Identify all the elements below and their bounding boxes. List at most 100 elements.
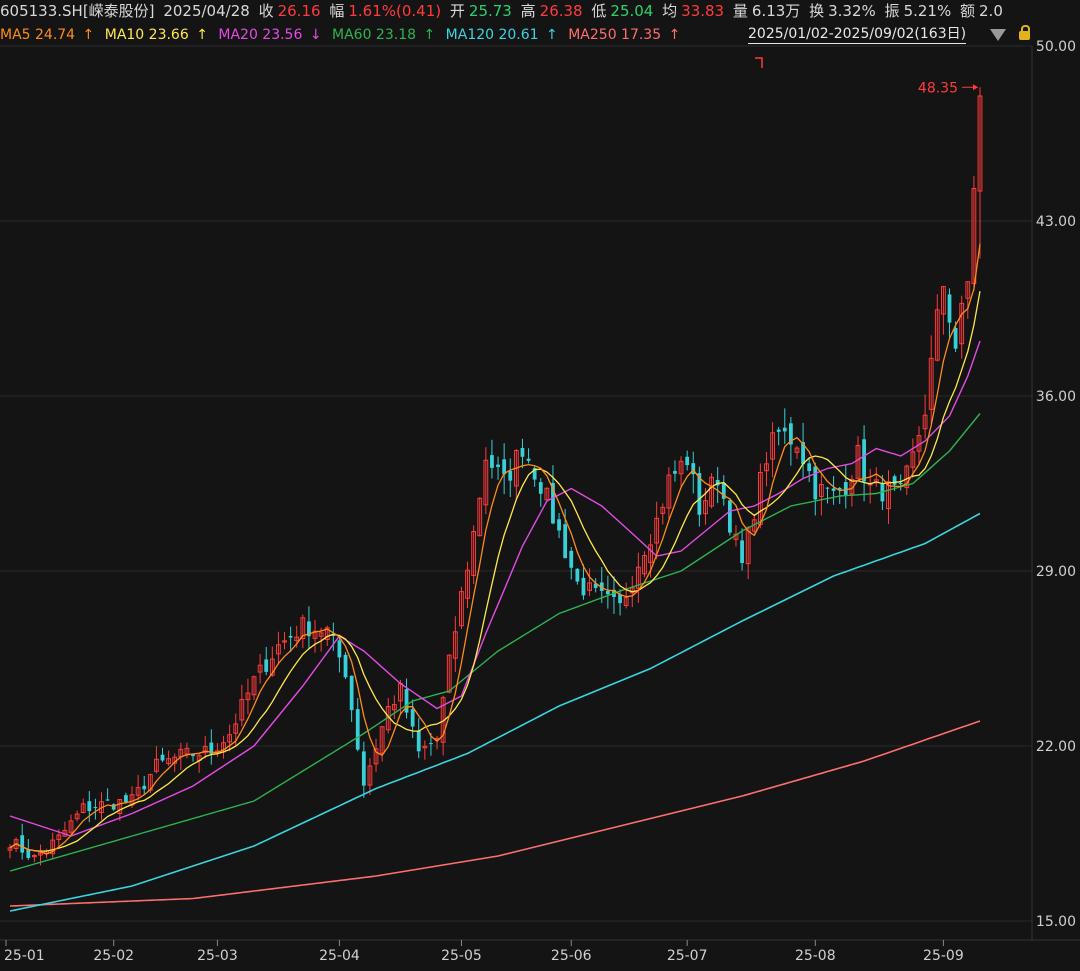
candle-body bbox=[685, 456, 690, 466]
ma20-line bbox=[9, 340, 981, 837]
candle-body bbox=[508, 470, 513, 481]
candle bbox=[135, 774, 141, 801]
candle bbox=[612, 576, 616, 614]
candle bbox=[642, 551, 647, 578]
candle-body bbox=[490, 455, 494, 468]
candle bbox=[446, 654, 452, 694]
candle bbox=[379, 726, 385, 762]
candle bbox=[898, 474, 903, 491]
y-tick-label: 43.00 bbox=[1036, 214, 1076, 230]
y-tick-label: 22.00 bbox=[1036, 739, 1076, 755]
candle bbox=[813, 462, 818, 516]
candle bbox=[251, 675, 257, 700]
candle bbox=[452, 616, 458, 673]
candle bbox=[276, 631, 281, 665]
candle bbox=[569, 547, 574, 580]
candle bbox=[873, 467, 879, 487]
candle bbox=[922, 394, 928, 439]
candle bbox=[111, 803, 116, 811]
candle bbox=[300, 614, 306, 649]
candle bbox=[502, 443, 507, 495]
y-tick-label: 36.00 bbox=[1036, 389, 1076, 405]
candle bbox=[239, 684, 245, 727]
candle-body bbox=[569, 550, 574, 568]
candle bbox=[673, 460, 677, 482]
candle bbox=[666, 467, 672, 519]
candle bbox=[74, 810, 80, 822]
candle bbox=[623, 582, 629, 609]
candle-body bbox=[526, 458, 531, 461]
candle bbox=[886, 470, 891, 524]
candle bbox=[794, 445, 800, 459]
candle bbox=[605, 575, 610, 609]
candle bbox=[196, 752, 202, 773]
candle bbox=[782, 408, 787, 444]
candle bbox=[68, 814, 74, 835]
candle bbox=[801, 422, 805, 480]
candle bbox=[727, 497, 732, 536]
candle-body bbox=[20, 835, 25, 853]
candle-body bbox=[575, 568, 580, 582]
candle bbox=[391, 695, 397, 719]
candle-body bbox=[105, 799, 110, 801]
candle-body bbox=[416, 731, 421, 752]
candle bbox=[32, 853, 37, 863]
candle bbox=[416, 718, 421, 759]
candles bbox=[7, 87, 983, 866]
candle bbox=[928, 335, 934, 424]
candle bbox=[50, 832, 56, 860]
candle bbox=[551, 465, 555, 525]
candle bbox=[154, 746, 159, 774]
candle-body bbox=[953, 327, 958, 349]
candle bbox=[245, 678, 251, 715]
candle bbox=[526, 448, 531, 464]
candle bbox=[947, 288, 952, 339]
candle bbox=[776, 426, 781, 446]
candle-body bbox=[813, 466, 818, 500]
candle bbox=[477, 497, 483, 537]
candle-body bbox=[776, 429, 781, 432]
candle-body bbox=[343, 654, 348, 678]
x-tick-label: 25-02 bbox=[93, 948, 134, 964]
y-tick-label: 29.00 bbox=[1036, 564, 1076, 580]
candle-body bbox=[557, 519, 561, 531]
candle bbox=[404, 678, 409, 719]
x-tick-label: 25-03 bbox=[197, 948, 238, 964]
candle bbox=[288, 626, 293, 652]
x-tick-label: 25-09 bbox=[923, 948, 964, 964]
candle bbox=[520, 438, 525, 469]
candle-body bbox=[429, 743, 433, 745]
candlestick-chart[interactable]: 50.00 43.00 36.00 29.00 22.00 15.00 25-01 25-02… bbox=[0, 0, 1080, 971]
candle bbox=[593, 578, 598, 593]
candle bbox=[373, 738, 379, 772]
candle-body bbox=[947, 294, 952, 323]
candle bbox=[685, 450, 690, 471]
candle bbox=[93, 798, 98, 820]
candle bbox=[831, 476, 836, 505]
candle bbox=[740, 528, 744, 571]
candle bbox=[307, 606, 311, 650]
candle-body bbox=[361, 751, 366, 786]
candle bbox=[422, 740, 428, 760]
candle bbox=[202, 736, 208, 759]
candle bbox=[965, 281, 971, 319]
candle bbox=[367, 758, 373, 796]
candle bbox=[264, 646, 269, 676]
candle-body bbox=[831, 488, 836, 491]
candle bbox=[862, 425, 866, 502]
candle bbox=[508, 458, 513, 497]
candle-body bbox=[160, 754, 165, 761]
candle bbox=[757, 463, 763, 529]
candle bbox=[934, 294, 940, 362]
candle-body bbox=[355, 709, 360, 750]
candle bbox=[764, 451, 769, 487]
candle bbox=[209, 729, 214, 765]
candle-body bbox=[807, 463, 812, 472]
x-tick-label: 25-04 bbox=[319, 948, 360, 964]
candle bbox=[160, 747, 165, 763]
candle bbox=[191, 753, 195, 762]
candle bbox=[490, 439, 494, 479]
candle-body bbox=[727, 500, 732, 533]
candle bbox=[843, 464, 848, 509]
candle bbox=[80, 798, 86, 814]
